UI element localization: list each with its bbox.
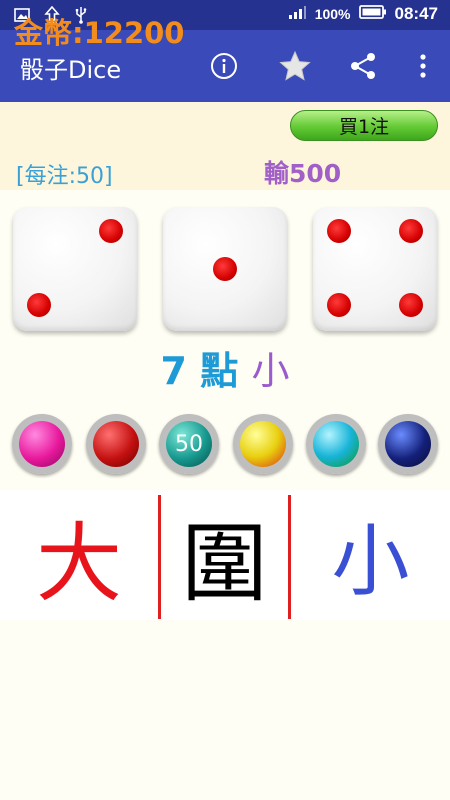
die-1 xyxy=(13,207,137,331)
bet-triple-zone[interactable]: 圍 xyxy=(161,490,288,620)
die-2 xyxy=(163,207,287,331)
per-bet-amount: [每注:50] xyxy=(16,164,113,189)
coin-balance: 金幣:12200 xyxy=(14,16,185,50)
navy-chip[interactable] xyxy=(378,414,438,474)
bet-small-zone[interactable]: 小 xyxy=(291,490,450,620)
chip-value-label: 50 xyxy=(175,431,203,457)
signal-icon xyxy=(287,4,307,24)
chip-face xyxy=(93,421,139,467)
battery-percent: 100% xyxy=(314,6,351,22)
chip-face xyxy=(385,421,431,467)
die-pip xyxy=(327,293,351,317)
die-pip xyxy=(213,257,237,281)
bet-big-zone[interactable]: 大 xyxy=(0,490,158,620)
buy-bet-button[interactable]: 買1注 xyxy=(290,110,438,141)
chip-face xyxy=(19,421,65,467)
result-points: 7 點 xyxy=(160,349,239,393)
chip-face: 50 xyxy=(166,421,212,467)
cyan-chip[interactable] xyxy=(306,414,366,474)
die-pip xyxy=(327,219,351,243)
die-pip xyxy=(399,293,423,317)
chip-face xyxy=(240,421,286,467)
die-pip xyxy=(27,293,51,317)
round-result-amount: 輸500 xyxy=(264,159,342,188)
star-icon[interactable] xyxy=(277,48,313,84)
app-title: 骰子Dice xyxy=(20,56,122,84)
chip-face xyxy=(313,421,359,467)
info-icon[interactable] xyxy=(206,48,242,84)
die-pip xyxy=(99,219,123,243)
die-pip xyxy=(399,219,423,243)
overflow-menu-icon[interactable] xyxy=(405,48,441,84)
result-size: 小 xyxy=(251,349,290,393)
battery-icon xyxy=(358,4,387,24)
share-icon[interactable] xyxy=(345,48,381,84)
clock: 08:47 xyxy=(394,4,438,23)
yellow-chip[interactable] xyxy=(233,414,293,474)
pink-chip[interactable] xyxy=(12,414,72,474)
teal-chip[interactable]: 50 xyxy=(159,414,219,474)
red-chip[interactable] xyxy=(86,414,146,474)
die-3 xyxy=(313,207,437,331)
roll-result: 7 點 小 xyxy=(0,340,450,395)
